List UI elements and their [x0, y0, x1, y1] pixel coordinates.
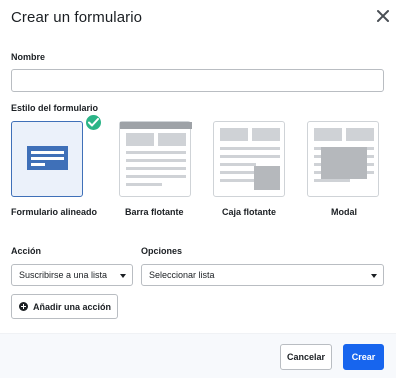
selected-check-icon [84, 113, 103, 132]
style-option-label: Modal [331, 207, 357, 217]
style-option-modal[interactable] [307, 121, 379, 197]
list-select[interactable]: Seleccionar lista [141, 264, 384, 286]
add-action-label: Añadir una acción [33, 302, 112, 312]
style-option-inline[interactable] [11, 121, 83, 197]
cancel-button[interactable]: Cancelar [280, 344, 332, 370]
options-label: Opciones [141, 246, 183, 256]
dialog-footer [0, 333, 396, 378]
inline-form-icon [27, 146, 68, 170]
modal-icon [314, 128, 374, 182]
action-select[interactable]: Suscribirse a una lista [11, 264, 133, 286]
action-label: Acción [11, 246, 42, 256]
chevron-down-icon [371, 274, 377, 278]
chevron-down-icon [120, 274, 126, 278]
add-action-button[interactable]: Añadir una acción [11, 294, 118, 319]
style-option-floating-bar[interactable] [119, 121, 192, 197]
style-option-label: Formulario alineado [11, 207, 98, 217]
style-option-floating-box[interactable] [213, 121, 285, 197]
create-button[interactable]: Crear [343, 344, 384, 370]
close-icon[interactable] [376, 9, 390, 23]
floating-box-icon [220, 128, 280, 190]
name-label: Nombre [11, 52, 46, 62]
dialog-title: Crear un formulario [11, 9, 143, 26]
create-form-dialog: Crear un formulario Nombre Estilo del fo… [0, 0, 396, 378]
form-style-label: Estilo del formulario [11, 103, 99, 113]
list-select-value: Seleccionar lista [149, 270, 215, 280]
style-option-label: Caja flotante [222, 207, 277, 217]
name-input[interactable] [11, 69, 384, 92]
plus-circle-icon [19, 302, 28, 311]
action-select-value: Suscribirse a una lista [19, 270, 108, 280]
floating-bar-icon [120, 122, 192, 186]
style-option-label: Barra flotante [125, 207, 184, 217]
